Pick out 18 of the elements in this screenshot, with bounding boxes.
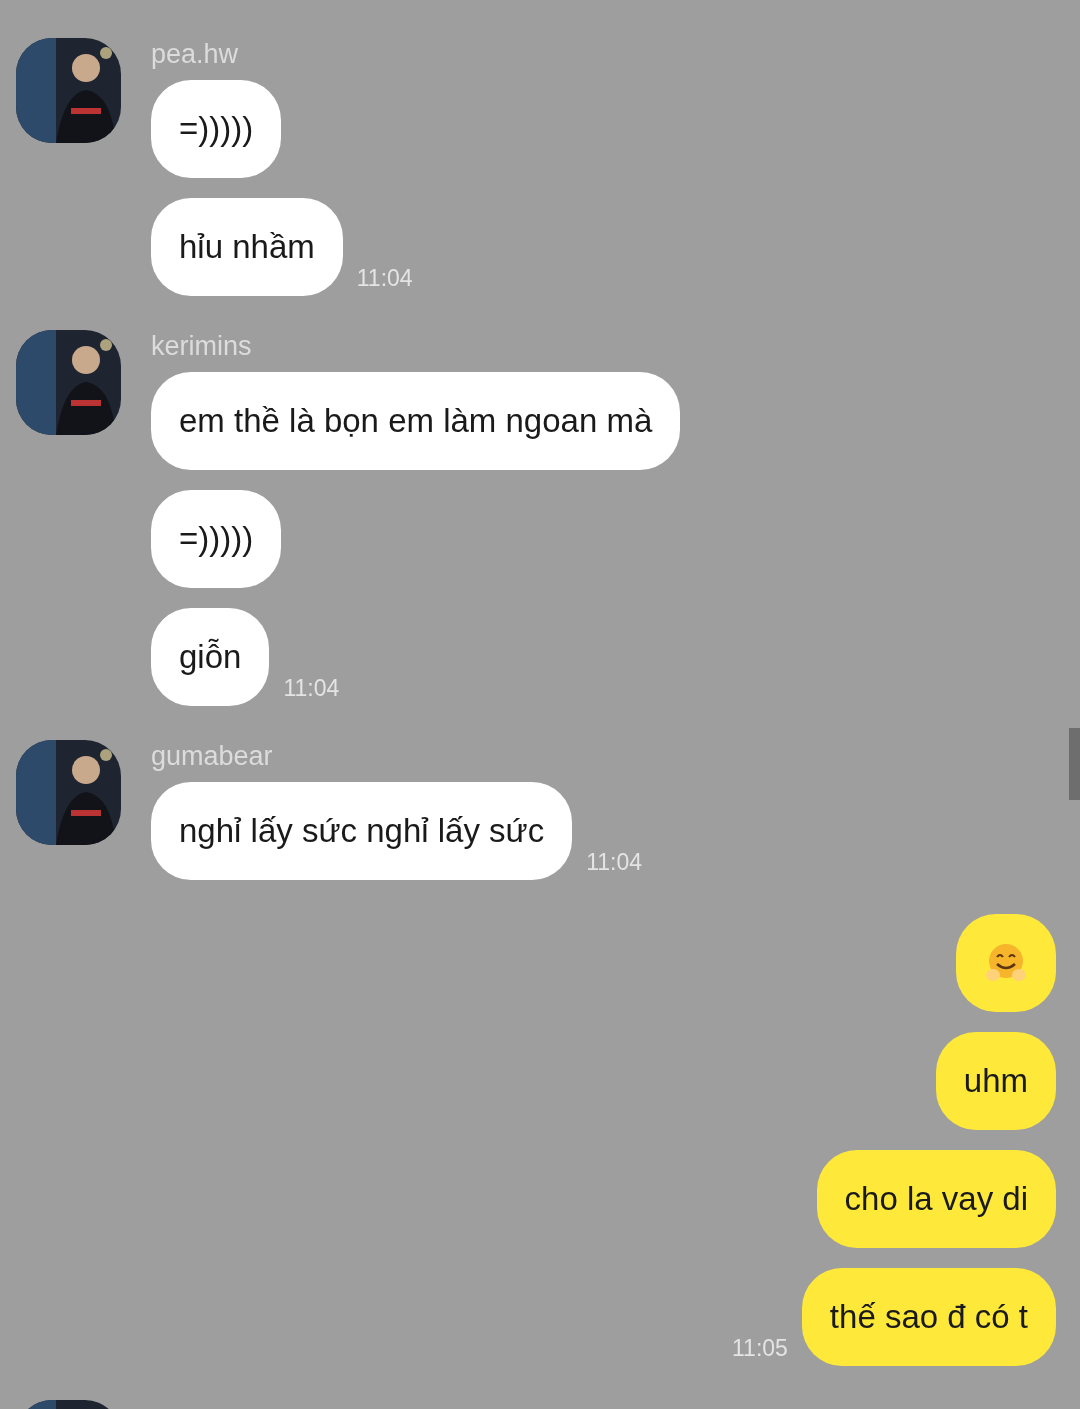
scrollbar[interactable] — [1069, 728, 1080, 800]
timestamp: 11:04 — [356, 265, 413, 292]
message-bubble: giỗn — [151, 608, 270, 706]
message-bubble: cho la vay di — [816, 1150, 1056, 1248]
message-bubble: nghỉ lấy sức nghỉ lấy sức — [151, 782, 573, 880]
message-bubble: =))))) — [151, 80, 282, 178]
hugging-emoji-icon — [984, 942, 1028, 984]
message-bubble: =))))) — [151, 490, 282, 588]
sender-name: gumabear — [151, 740, 273, 772]
timestamp: 11:04 — [283, 675, 340, 702]
sender-name: kerimins — [151, 330, 252, 362]
timestamp: 11:05 — [732, 1335, 788, 1362]
message-bubble: uhm — [935, 1032, 1056, 1130]
sender-name: pea.hw — [151, 38, 239, 70]
message-bubble: thế sao đ có t — [801, 1268, 1056, 1366]
timestamp: 11:04 — [586, 849, 643, 876]
message-bubble: hỉu nhầm — [151, 198, 343, 296]
message-bubble: em thề là bọn em làm ngoan mà — [151, 372, 681, 470]
